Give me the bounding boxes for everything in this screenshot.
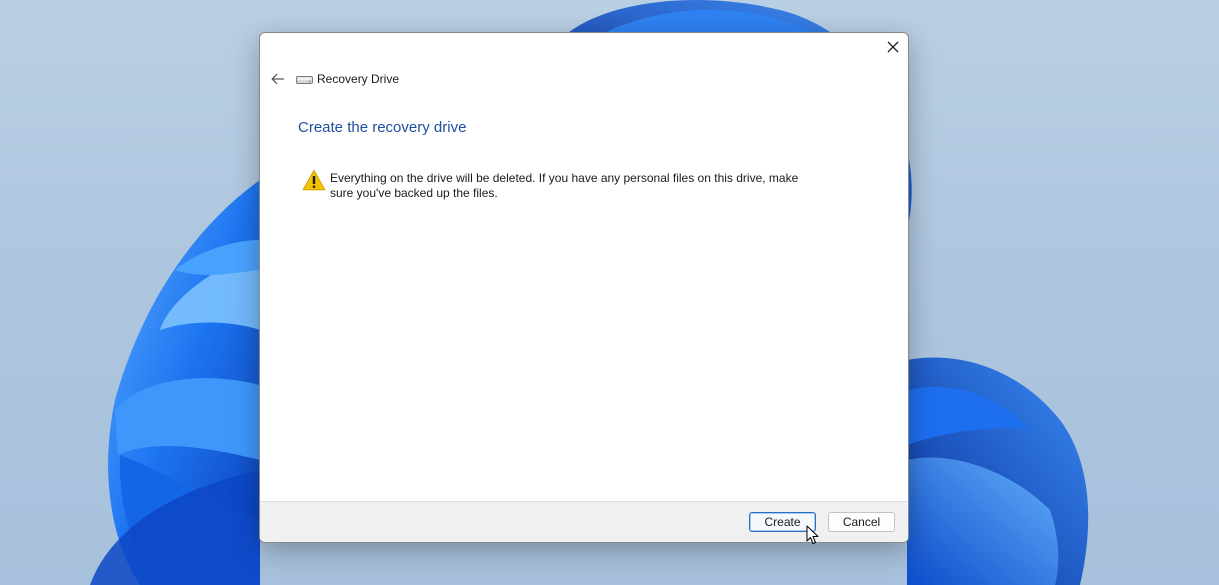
recovery-drive-dialog: Recovery Drive Create the recovery drive… xyxy=(259,32,909,543)
mouse-cursor-icon xyxy=(806,525,819,544)
back-arrow-icon xyxy=(271,73,284,85)
close-icon xyxy=(887,41,899,53)
dialog-title: Recovery Drive xyxy=(317,72,400,86)
back-button[interactable] xyxy=(266,69,290,89)
drive-icon xyxy=(296,76,313,84)
warning-message-line-2: sure you've backed up the files. xyxy=(330,186,498,200)
warning-message: Everything on the drive will be deleted.… xyxy=(330,171,810,201)
close-button[interactable] xyxy=(878,33,908,61)
cancel-button[interactable]: Cancel xyxy=(828,512,895,532)
dialog-title-bar: Recovery Drive xyxy=(296,70,399,88)
warning-message-line-1: Everything on the drive will be deleted.… xyxy=(330,171,799,185)
page-heading: Create the recovery drive xyxy=(298,119,467,136)
warning-icon xyxy=(302,169,326,191)
